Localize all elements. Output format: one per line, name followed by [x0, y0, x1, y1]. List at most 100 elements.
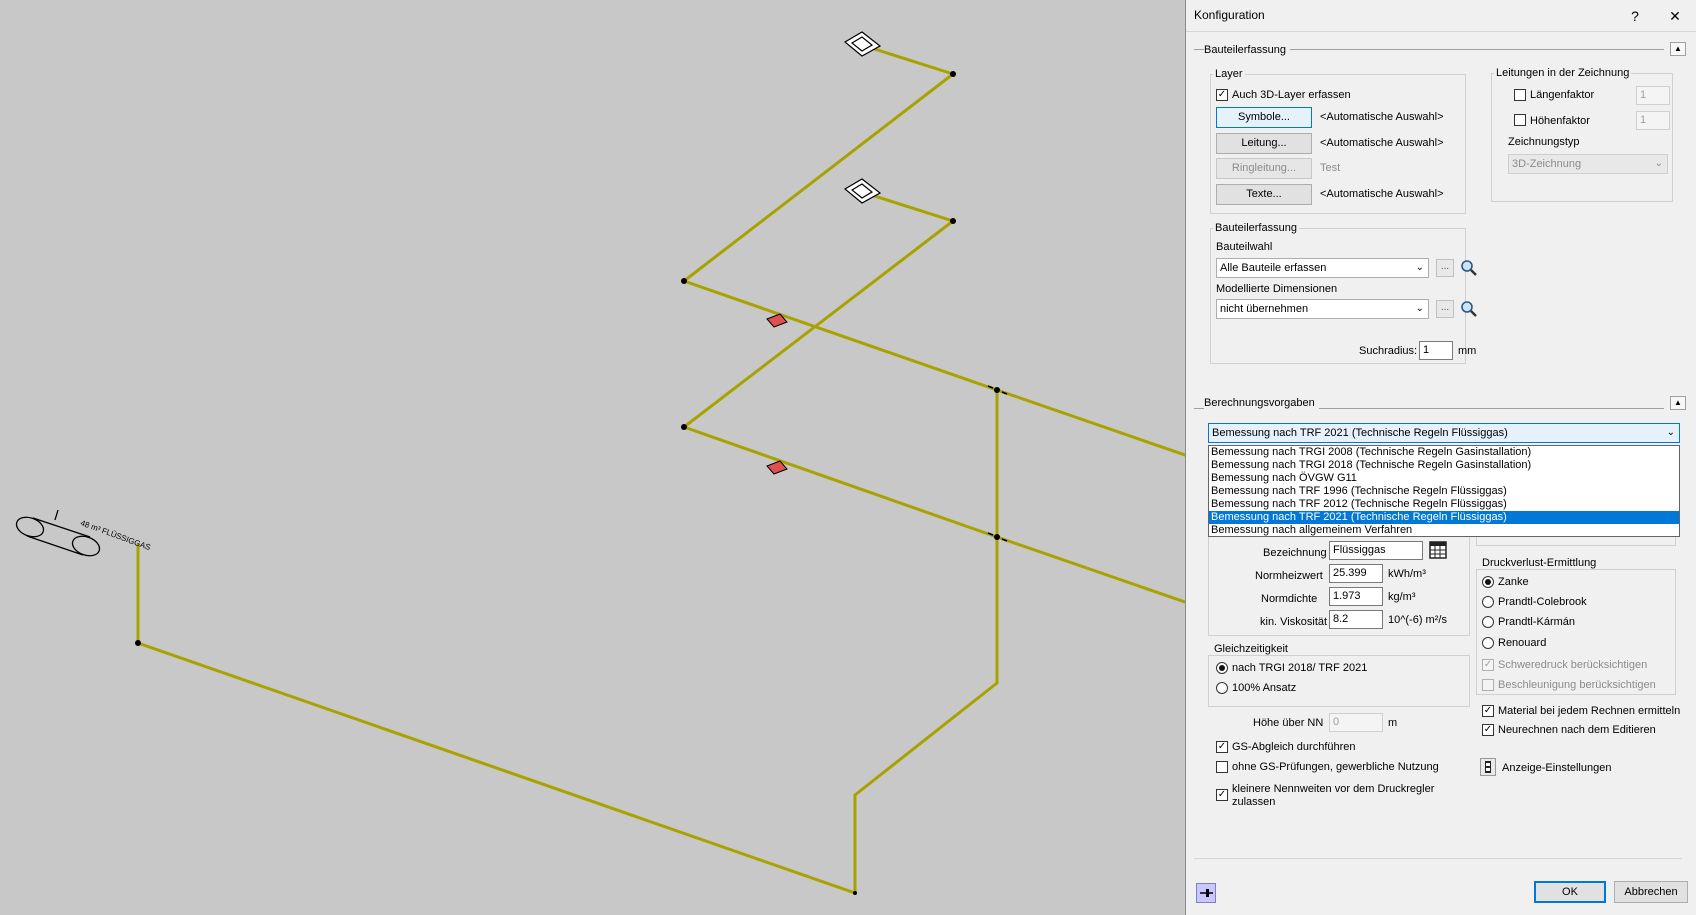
dimensionen-select[interactable]: nicht übernehmen ⌄ [1216, 299, 1429, 319]
pipe-node [135, 640, 141, 646]
dropdown-option[interactable]: Bemessung nach TRF 2012 (Technische Rege… [1209, 498, 1679, 511]
druckverlust-label: Druckverlust-Ermittlung [1480, 557, 1599, 569]
display-settings-icon[interactable] [1480, 758, 1496, 776]
radio-prandtl-colebrook[interactable] [1482, 596, 1494, 608]
bemessung-select[interactable]: Bemessung nach TRF 2021 (Technische Rege… [1208, 423, 1680, 443]
tank-label: 48 m³ FLÜSSIGGAS [79, 518, 151, 552]
check-gs-abgleich[interactable]: ✓ [1216, 741, 1228, 753]
check-ohne-gs[interactable] [1216, 761, 1228, 773]
gleichzeitigkeit-label: Gleichzeitigkeit [1212, 643, 1290, 655]
collapse-up-icon[interactable]: ▲ [1670, 42, 1686, 56]
radio-prandtl-karman[interactable] [1482, 616, 1494, 628]
bezeichnung-input[interactable]: Flüssiggas [1329, 541, 1423, 560]
cancel-button[interactable]: Abbrechen [1614, 881, 1688, 903]
symbole-value: <Automatische Auswahl> [1320, 111, 1444, 123]
bauteilwahl-ellipsis-button[interactable]: ... [1436, 259, 1454, 277]
radio-zanke-label: Zanke [1498, 576, 1529, 588]
radio-prandtl-karman-label: Prandtl-Kármán [1498, 616, 1576, 628]
chevron-down-icon: ⌄ [1415, 262, 1424, 273]
leitung-button[interactable]: Leitung... [1216, 133, 1312, 154]
dropdown-option[interactable]: Bemessung nach TRGI 2018 (Technische Reg… [1209, 459, 1679, 472]
beschleunigung-label: Beschleunigung berücksichtigen [1498, 679, 1656, 691]
radio-zanke[interactable] [1482, 576, 1494, 588]
kleinere-label-line2: zulassen [1232, 796, 1276, 808]
viskositaet-label: kin. Viskosität [1260, 616, 1328, 628]
check-3d-layer[interactable]: ✓ [1216, 89, 1228, 101]
pipe-node [950, 71, 956, 77]
texte-value: <Automatische Auswahl> [1320, 188, 1444, 200]
dropdown-option-selected[interactable]: Bemessung nach TRF 2021 (Technische Rege… [1209, 511, 1679, 524]
radio-renouard-label: Renouard [1498, 637, 1547, 649]
help-button[interactable]: ? [1623, 5, 1647, 27]
appliance-symbol [843, 31, 882, 57]
pipe-node [994, 534, 1000, 540]
radio-100-ansatz-label: 100% Ansatz [1232, 682, 1297, 694]
table-icon[interactable] [1429, 541, 1447, 559]
radio-renouard[interactable] [1482, 637, 1494, 649]
anzeige-label[interactable]: Anzeige-Einstellungen [1502, 762, 1611, 774]
pipe-segment [853, 681, 999, 797]
ok-button[interactable]: OK [1534, 881, 1606, 903]
cad-drawing-canvas[interactable]: 48 m³ FLÜSSIGGAS [0, 0, 1185, 915]
normheizwert-unit: kWh/m³ [1388, 568, 1426, 580]
bemessung-dropdown-list: Bemessung nach TRGI 2008 (Technische Reg… [1208, 445, 1680, 537]
check-schweredruck[interactable]: ✓ [1482, 659, 1494, 671]
radio-trgi2018[interactable] [1216, 662, 1228, 674]
pipe-segment [995, 388, 1185, 457]
normheizwert-label: Normheizwert [1255, 570, 1323, 582]
collapse-up-icon[interactable]: ▲ [1670, 396, 1686, 410]
leitungen-group-label: Leitungen in der Zeichnung [1494, 67, 1632, 79]
chevron-down-icon: ⌄ [1415, 303, 1424, 314]
check-kleinere-nennweiten[interactable]: ✓ [1216, 789, 1228, 801]
pipe-segment [136, 543, 857, 895]
texte-button[interactable]: Texte... [1216, 184, 1312, 205]
section-heading-bauteilerfassung: Bauteilerfassung [1204, 44, 1290, 56]
hoehenfaktor-label: Höhenfaktor [1530, 115, 1590, 127]
hoehe-unit: m [1388, 717, 1398, 729]
pin-icon[interactable] [1196, 883, 1216, 903]
tank-symbol [15, 509, 101, 557]
normheizwert-input[interactable]: 25.399 [1329, 564, 1383, 583]
pipe-segment [680, 44, 999, 392]
radio-prandtl-colebrook-label: Prandtl-Colebrook [1498, 596, 1587, 608]
appliance-symbol [843, 178, 882, 204]
zeichnungstyp-value: 3D-Zeichnung [1512, 158, 1582, 170]
pipe-segment [995, 535, 1185, 604]
symbole-button[interactable]: Symbole... [1216, 107, 1312, 128]
chevron-down-icon: ⌄ [1666, 427, 1675, 438]
hoehenfaktor-input[interactable]: 1 [1636, 111, 1670, 130]
magnifier-icon[interactable] [1460, 259, 1478, 277]
dropdown-option[interactable]: Bemessung nach allgemeinem Verfahren [1209, 524, 1679, 537]
schweredruck-label: Schweredruck berücksichtigen [1498, 659, 1648, 671]
close-button[interactable]: ✕ [1663, 5, 1687, 27]
dropdown-option[interactable]: Bemessung nach TRF 1996 (Technische Rege… [1209, 485, 1679, 498]
magnifier-icon[interactable] [1460, 300, 1478, 318]
suchradius-input[interactable]: 1 [1419, 341, 1453, 360]
bauteilwahl-value: Alle Bauteile erfassen [1220, 262, 1327, 274]
zeichnungstyp-select[interactable]: 3D-Zeichnung ⌄ [1508, 154, 1668, 174]
viskositaet-input[interactable]: 8.2 [1329, 610, 1383, 629]
bauteilwahl-select[interactable]: Alle Bauteile erfassen ⌄ [1216, 258, 1429, 278]
laengenfaktor-label: Längenfaktor [1530, 89, 1595, 101]
hoehe-input[interactable]: 0 [1329, 713, 1383, 732]
check-hoehenfaktor[interactable] [1514, 114, 1526, 126]
konfiguration-dialog: Konfiguration ? ✕ Bauteilerfassung ▲ Lay… [1185, 0, 1696, 915]
normdichte-unit: kg/m³ [1388, 591, 1416, 603]
check-laengenfaktor[interactable] [1514, 89, 1526, 101]
section-heading-berechnung: Berechnungsvorgaben [1204, 397, 1319, 409]
dialog-title: Konfiguration [1194, 8, 1265, 22]
bottom-separator [1194, 858, 1682, 859]
ringleitung-button[interactable]: Ringleitung... [1216, 158, 1312, 179]
normdichte-input[interactable]: 1.973 [1329, 587, 1383, 606]
check-beschleunigung[interactable] [1482, 679, 1494, 691]
check-neurechnen[interactable]: ✓ [1482, 724, 1494, 736]
suchradius-unit: mm [1458, 345, 1477, 357]
radio-100-ansatz[interactable] [1216, 682, 1228, 694]
dropdown-option[interactable]: Bemessung nach TRGI 2008 (Technische Reg… [1209, 446, 1679, 459]
pipe-node [681, 278, 687, 284]
dropdown-option[interactable]: Bemessung nach ÖVGW G11 [1209, 472, 1679, 485]
dimensionen-ellipsis-button[interactable]: ... [1436, 300, 1454, 318]
pipe-drawing: 48 m³ FLÜSSIGGAS [15, 31, 1185, 895]
laengenfaktor-input[interactable]: 1 [1636, 86, 1670, 105]
check-material[interactable]: ✓ [1482, 705, 1494, 717]
